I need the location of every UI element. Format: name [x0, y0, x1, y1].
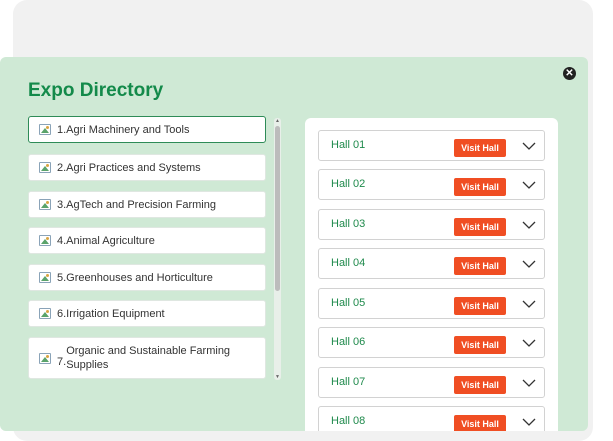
category-label: 2.Agri Practices and Systems [57, 161, 201, 174]
visit-hall-button[interactable]: Visit Hall [454, 336, 506, 354]
category-label: 1.Agri Machinery and Tools [57, 123, 190, 136]
category-number: 7. [57, 356, 67, 368]
category-label: Organic and Sustainable Farming Supplies [66, 345, 231, 371]
visit-hall-button[interactable]: Visit Hall [454, 376, 506, 394]
chevron-down-icon[interactable] [522, 336, 536, 350]
broken-image-icon [39, 308, 51, 319]
category-item[interactable]: 6.Irrigation Equipment [28, 300, 266, 327]
hall-name: Hall 08 [331, 415, 366, 427]
hall-accordion-item[interactable]: Hall 05 Visit Hall [318, 288, 545, 319]
hall-name: Hall 04 [331, 257, 366, 269]
visit-hall-button[interactable]: Visit Hall [454, 297, 506, 315]
category-label: 3.AgTech and Precision Farming [57, 198, 216, 211]
hall-accordion-item[interactable]: Hall 08 Visit Hall [318, 406, 545, 431]
broken-image-icon [39, 199, 51, 210]
chevron-down-icon[interactable] [522, 178, 536, 192]
modal-title: Expo Directory [28, 80, 164, 101]
visit-hall-button[interactable]: Visit Hall [454, 257, 506, 275]
category-item[interactable]: 4.Animal Agriculture [28, 227, 266, 254]
broken-image-icon [39, 162, 51, 173]
category-item[interactable]: 5.Greenhouses and Horticulture [28, 264, 266, 291]
category-item[interactable]: 1.Agri Machinery and Tools [28, 116, 266, 143]
scroll-down-arrow-icon[interactable]: ▼ [274, 374, 281, 380]
category-item[interactable]: 3.AgTech and Precision Farming [28, 191, 266, 218]
chevron-down-icon[interactable] [522, 139, 536, 153]
chevron-down-icon[interactable] [522, 415, 536, 429]
hall-name: Hall 02 [331, 178, 366, 190]
hall-name: Hall 07 [331, 376, 366, 388]
hall-accordion-item[interactable]: Hall 02 Visit Hall [318, 169, 545, 200]
broken-image-icon [39, 235, 51, 246]
visit-hall-button[interactable]: Visit Hall [454, 415, 506, 431]
hall-accordion-item[interactable]: Hall 04 Visit Hall [318, 248, 545, 279]
visit-hall-button[interactable]: Visit Hall [454, 139, 506, 157]
category-item[interactable]: 2.Agri Practices and Systems [28, 154, 266, 181]
hall-name: Hall 05 [331, 297, 366, 309]
broken-image-icon [39, 124, 51, 135]
hall-accordion-item[interactable]: Hall 06 Visit Hall [318, 327, 545, 358]
chevron-down-icon[interactable] [522, 218, 536, 232]
chevron-down-icon[interactable] [522, 257, 536, 271]
hall-accordion-item[interactable]: Hall 03 Visit Hall [318, 209, 545, 240]
broken-image-icon [39, 352, 51, 364]
hall-list-panel: Hall 01 Visit Hall Hall 02 Visit Hall Ha… [305, 118, 558, 431]
hall-name: Hall 01 [331, 139, 366, 151]
chevron-down-icon[interactable] [522, 376, 536, 390]
scroll-up-arrow-icon[interactable]: ▲ [274, 118, 281, 124]
visit-hall-button[interactable]: Visit Hall [454, 178, 506, 196]
hall-name: Hall 03 [331, 218, 366, 230]
hall-accordion-item[interactable]: Hall 07 Visit Hall [318, 367, 545, 398]
category-label: 5.Greenhouses and Horticulture [57, 271, 213, 284]
hall-name: Hall 06 [331, 336, 366, 348]
scrollbar-thumb[interactable] [275, 126, 280, 291]
category-item[interactable]: 7. Organic and Sustainable Farming Suppl… [28, 337, 266, 379]
close-icon[interactable]: ✕ [563, 67, 576, 80]
visit-hall-button[interactable]: Visit Hall [454, 218, 506, 236]
category-scrollbar[interactable]: ▲ ▼ [274, 118, 281, 380]
category-label: 4.Animal Agriculture [57, 234, 155, 247]
category-label: 6.Irrigation Equipment [57, 307, 165, 320]
hall-accordion-item[interactable]: Hall 01 Visit Hall [318, 130, 545, 161]
broken-image-icon [39, 272, 51, 283]
chevron-down-icon[interactable] [522, 297, 536, 311]
